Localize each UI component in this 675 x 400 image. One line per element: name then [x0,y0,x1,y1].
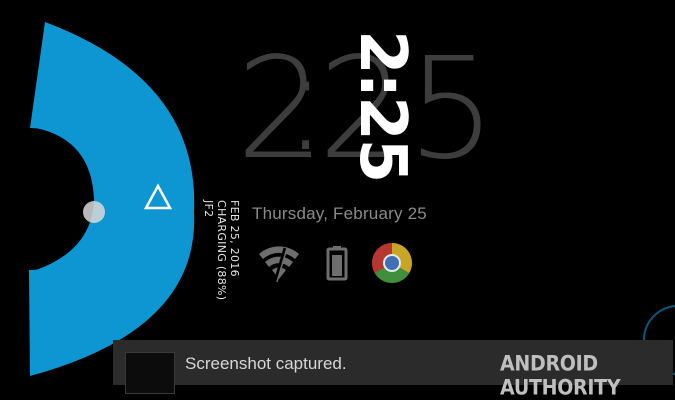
status-icons [255,238,425,288]
watermark-logo: ANDROID AUTHORITY [500,351,621,400]
widget-charging: CHARGING (88%) [215,200,228,301]
battery-icon [326,246,348,281]
screenshot-thumbnail [125,352,175,394]
widget-date: FEB 25, 2016 [228,200,241,277]
pie-launcher[interactable] [0,0,260,380]
toast-message: Screenshot captured. [185,354,347,373]
circle-icon[interactable] [83,201,105,223]
widget-clock: 2:25 [345,30,419,182]
chrome-icon [372,243,412,283]
widget-extra: JF2 [202,200,215,218]
widget-info: FEB 25, 2016 CHARGING (88%) JF2 [201,200,241,320]
wifi-icon [259,246,299,283]
lock-screen: 2 : 25 Thursday, February 25 2:25 FEB 25… [0,0,675,400]
